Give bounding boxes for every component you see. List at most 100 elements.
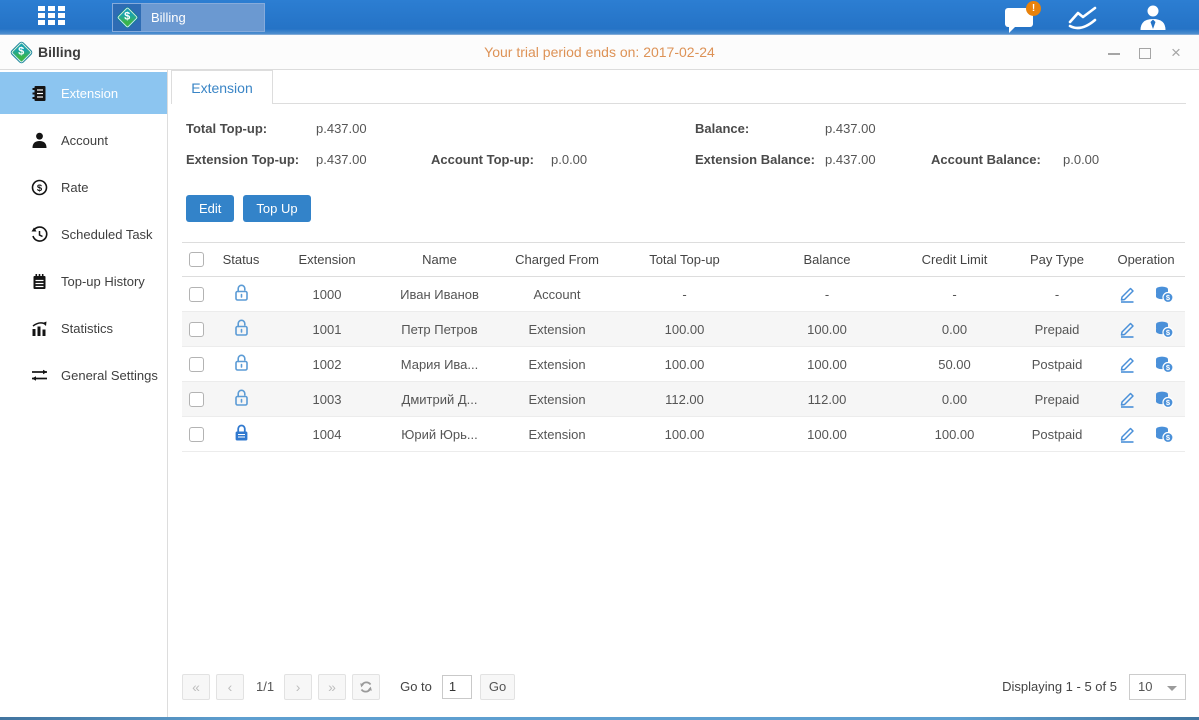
- charged-from-cell: Extension: [497, 392, 617, 407]
- sidebar-item-account[interactable]: Account: [0, 119, 167, 161]
- row-checkbox[interactable]: [189, 427, 204, 442]
- pay-type-cell: Postpaid: [1007, 357, 1107, 372]
- balance-cell: 100.00: [752, 322, 902, 337]
- page-size-select[interactable]: 10: [1129, 674, 1186, 700]
- name-cell: Петр Петров: [382, 322, 497, 337]
- trial-notice: Your trial period ends on: 2017-02-24: [0, 44, 1199, 60]
- tab-extension[interactable]: Extension: [171, 70, 273, 104]
- sidebar-item-label: Scheduled Task: [61, 227, 153, 242]
- maximize-button[interactable]: [1138, 46, 1152, 60]
- sidebar-item-topup-history[interactable]: Top-up History: [0, 260, 167, 302]
- unlocked-icon: [233, 283, 250, 302]
- sidebar-item-label: Rate: [61, 180, 88, 195]
- extension-cell: 1003: [272, 392, 382, 407]
- table-row: 1003Дмитрий Д...Extension112.00112.000.0…: [182, 382, 1185, 417]
- status-icon-cell: [210, 318, 272, 340]
- topup-button[interactable]: Top Up: [243, 195, 310, 222]
- sidebar-item-label: Extension: [61, 86, 118, 101]
- taskbar-item-billing[interactable]: $ Billing: [112, 3, 265, 32]
- topup-row-icon[interactable]: $: [1154, 356, 1174, 373]
- total-topup-cell: 112.00: [617, 392, 752, 407]
- sidebar-item-label: Statistics: [61, 321, 113, 336]
- col-pay-type: Pay Type: [1007, 252, 1107, 267]
- status-icon-cell: [210, 423, 272, 445]
- extension-cell: 1001: [272, 322, 382, 337]
- credit-limit-cell: 50.00: [902, 357, 1007, 372]
- unlocked-icon: [233, 353, 250, 372]
- table-row: 1000Иван ИвановAccount----$: [182, 277, 1185, 312]
- name-cell: Дмитрий Д...: [382, 392, 497, 407]
- pay-type-cell: Postpaid: [1007, 427, 1107, 442]
- name-cell: Юрий Юрь...: [382, 427, 497, 442]
- operation-cell: $: [1107, 286, 1185, 303]
- account-topup-value: p.0.00: [551, 152, 587, 167]
- account-balance-label: Account Balance:: [931, 152, 1063, 167]
- balance-cell: 112.00: [752, 392, 902, 407]
- credit-limit-cell: 100.00: [902, 427, 1007, 442]
- col-charged-from: Charged From: [497, 252, 617, 267]
- total-topup-cell: 100.00: [617, 322, 752, 337]
- edit-row-icon[interactable]: [1118, 356, 1136, 373]
- topup-row-icon[interactable]: $: [1154, 286, 1174, 303]
- billing-summary: Total Top-up:p.437.00 Balance:p.437.00 E…: [169, 104, 1199, 194]
- locked-icon: [233, 423, 250, 442]
- billing-logo-icon: $: [11, 41, 32, 62]
- edit-row-icon[interactable]: [1118, 321, 1136, 338]
- sidebar: Extension Account $ Rate Scheduled Task: [0, 70, 168, 717]
- balance-cell: -: [752, 287, 902, 302]
- status-icon-cell: [210, 353, 272, 375]
- col-extension: Extension: [272, 252, 382, 267]
- total-topup-value: p.437.00: [316, 121, 367, 136]
- topup-row-icon[interactable]: $: [1154, 391, 1174, 408]
- go-button[interactable]: Go: [480, 674, 515, 700]
- sidebar-item-general-settings[interactable]: General Settings: [0, 354, 167, 396]
- pay-type-cell: Prepaid: [1007, 322, 1107, 337]
- prev-page-button[interactable]: ‹: [216, 674, 244, 700]
- topup-row-icon[interactable]: $: [1154, 321, 1174, 338]
- last-page-button[interactable]: »: [318, 674, 346, 700]
- sidebar-item-label: Account: [61, 133, 108, 148]
- minimize-button[interactable]: [1107, 46, 1121, 60]
- row-checkbox[interactable]: [189, 322, 204, 337]
- dollar-circle-icon: $: [31, 179, 48, 196]
- charged-from-cell: Extension: [497, 427, 617, 442]
- pay-type-cell: -: [1007, 287, 1107, 302]
- topup-row-icon[interactable]: $: [1154, 426, 1174, 443]
- pay-type-cell: Prepaid: [1007, 392, 1107, 407]
- monitor-chart-icon[interactable]: [1067, 5, 1103, 31]
- history-clock-icon: [31, 226, 48, 243]
- app-grid-icon[interactable]: [38, 6, 69, 29]
- row-checkbox[interactable]: [189, 357, 204, 372]
- balance-cell: 100.00: [752, 357, 902, 372]
- extension-cell: 1000: [272, 287, 382, 302]
- sidebar-item-extension[interactable]: Extension: [0, 72, 167, 114]
- col-credit-limit: Credit Limit: [902, 252, 1007, 267]
- extension-topup-label: Extension Top-up:: [186, 152, 316, 167]
- sidebar-item-scheduled-task[interactable]: Scheduled Task: [0, 213, 167, 255]
- person-icon: [31, 132, 48, 149]
- displaying-text: Displaying 1 - 5 of 5: [1002, 679, 1117, 694]
- total-topup-cell: -: [617, 287, 752, 302]
- sidebar-item-label: Top-up History: [61, 274, 145, 289]
- edit-row-icon[interactable]: [1118, 426, 1136, 443]
- user-account-icon[interactable]: [1137, 4, 1169, 31]
- select-all-checkbox[interactable]: [189, 252, 204, 267]
- sidebar-item-statistics[interactable]: Statistics: [0, 307, 167, 349]
- notifications-icon[interactable]: !: [1005, 8, 1033, 27]
- first-page-button[interactable]: «: [182, 674, 210, 700]
- extension-balance-value: p.437.00: [825, 152, 876, 167]
- edit-row-icon[interactable]: [1118, 391, 1136, 408]
- charged-from-cell: Extension: [497, 322, 617, 337]
- name-cell: Мария Ива...: [382, 357, 497, 372]
- account-topup-label: Account Top-up:: [431, 152, 551, 167]
- refresh-button[interactable]: [352, 674, 380, 700]
- edit-row-icon[interactable]: [1118, 286, 1136, 303]
- goto-page-input[interactable]: [442, 675, 472, 699]
- next-page-button[interactable]: ›: [284, 674, 312, 700]
- row-checkbox[interactable]: [189, 287, 204, 302]
- sidebar-item-rate[interactable]: $ Rate: [0, 166, 167, 208]
- bar-chart-icon: [31, 320, 48, 337]
- row-checkbox[interactable]: [189, 392, 204, 407]
- close-button[interactable]: ×: [1169, 46, 1183, 60]
- edit-button[interactable]: Edit: [186, 195, 234, 222]
